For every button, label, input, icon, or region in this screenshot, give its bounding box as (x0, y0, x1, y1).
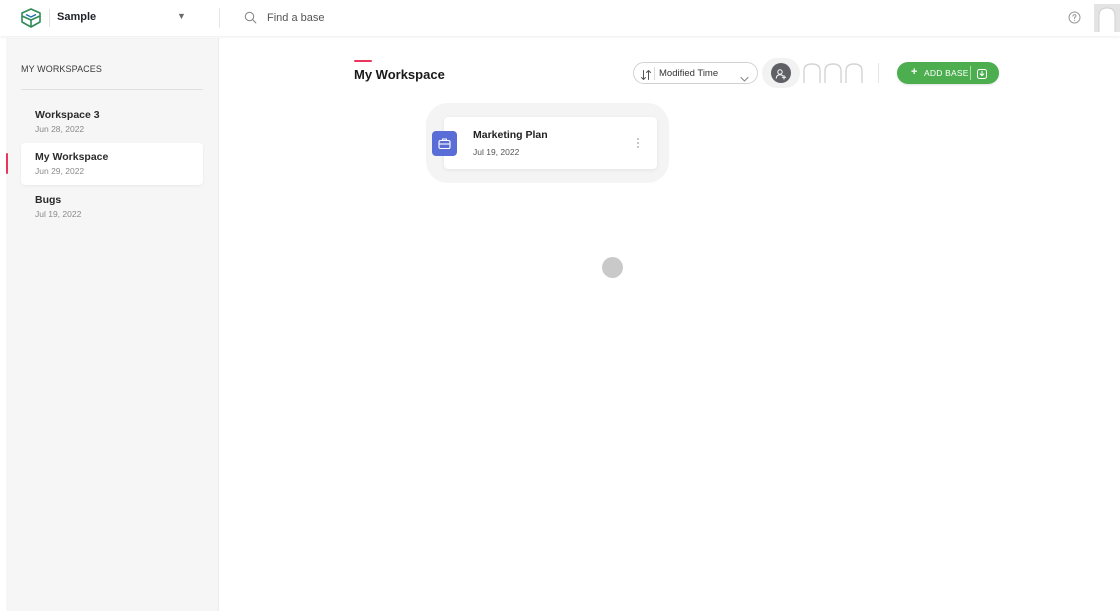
search-icon (244, 11, 257, 24)
plus-icon: + (911, 66, 918, 78)
sidebar-title: MY WORKSPACES (21, 64, 102, 74)
topbar-divider (219, 8, 220, 28)
page-title: My Workspace (354, 67, 445, 82)
add-user-icon (775, 67, 787, 80)
app-logo-icon[interactable] (20, 8, 42, 28)
workspace-name: Bugs (35, 194, 62, 206)
active-indicator (6, 153, 8, 174)
sort-select[interactable]: Modified Time (633, 62, 758, 84)
base-name: Marketing Plan (473, 129, 548, 141)
caret-down-icon[interactable]: ▼ (177, 11, 186, 21)
workspace-date: Jun 28, 2022 (35, 124, 85, 134)
member-avatar-icon (843, 62, 865, 84)
logo-divider (49, 9, 50, 27)
loading-spinner (602, 257, 623, 278)
sidebar-item-my-workspace[interactable]: My Workspace Jun 29, 2022 (6, 143, 203, 185)
member-avatar-icon (822, 62, 844, 84)
add-base-label: ADD BASE (924, 68, 969, 78)
base-date: Jul 19, 2022 (473, 147, 520, 157)
search-input[interactable] (267, 9, 567, 27)
more-options-icon[interactable] (634, 136, 642, 150)
member-avatar-icon (801, 62, 823, 84)
top-bar: Sample ▼ (0, 0, 1120, 36)
workspace-name: Workspace 3 (35, 109, 100, 121)
sort-divider (654, 67, 655, 80)
chevron-down-icon (740, 70, 749, 82)
member-avatars (801, 62, 867, 84)
workspace-date: Jul 19, 2022 (35, 209, 82, 219)
project-name[interactable]: Sample (57, 11, 96, 23)
add-base-button[interactable]: + ADD BASE (897, 62, 999, 84)
briefcase-icon[interactable] (432, 131, 457, 156)
invite-member-button[interactable] (762, 58, 800, 88)
sidebar-item-bugs[interactable]: Bugs Jul 19, 2022 (21, 186, 203, 228)
sort-icon (640, 68, 652, 80)
header-divider (878, 63, 879, 83)
sidebar-item-workspace-3[interactable]: Workspace 3 Jun 28, 2022 (21, 101, 203, 143)
workspace-name: My Workspace (35, 151, 109, 163)
title-accent (354, 60, 372, 62)
sidebar-divider (21, 89, 203, 90)
base-card[interactable]: Marketing Plan Jul 19, 2022 (444, 117, 657, 169)
user-avatar-icon[interactable] (1094, 4, 1120, 32)
sort-selected-value: Modified Time (659, 68, 719, 79)
sidebar: MY WORKSPACES Workspace 3 Jun 28, 2022 M… (6, 38, 219, 611)
help-icon[interactable] (1068, 11, 1081, 24)
add-base-divider (970, 66, 971, 80)
invite-member-circle (771, 63, 791, 83)
import-icon[interactable] (976, 67, 988, 79)
workspace-date: Jun 29, 2022 (35, 166, 85, 176)
